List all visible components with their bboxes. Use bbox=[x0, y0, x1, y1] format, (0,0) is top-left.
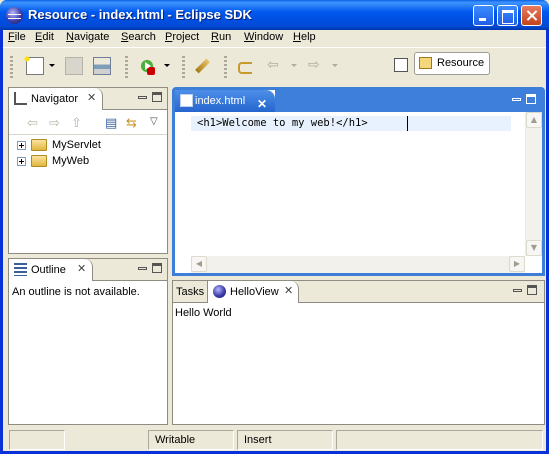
scroll-down-icon[interactable]: ▼ bbox=[526, 240, 542, 256]
editor-header bbox=[275, 90, 542, 112]
perspective-resource-button[interactable]: Resource bbox=[414, 52, 490, 75]
menu-bar: File Edit Navigate Search Project Run Wi… bbox=[3, 30, 546, 46]
view-menu-icon[interactable]: ▽ bbox=[150, 116, 158, 127]
text-caret bbox=[407, 116, 408, 131]
eclipse-logo-icon bbox=[6, 7, 23, 24]
print-icon[interactable] bbox=[93, 57, 111, 75]
menu-run[interactable]: Run bbox=[211, 31, 231, 43]
menu-help[interactable]: Help bbox=[293, 31, 316, 43]
status-writable: Writable bbox=[148, 430, 234, 450]
vertical-scrollbar[interactable]: ▲ ▼ bbox=[525, 112, 542, 256]
close-button[interactable] bbox=[521, 5, 542, 26]
collapse-all-icon[interactable]: ▤ bbox=[105, 116, 117, 131]
minimize-view-icon[interactable] bbox=[513, 289, 522, 292]
title-bar[interactable]: Resource - index.html - Eclipse SDK bbox=[0, 0, 549, 30]
menu-edit[interactable]: Edit bbox=[35, 31, 54, 43]
eclipse-logo-icon bbox=[213, 285, 226, 298]
bottom-panel-header: Tasks HelloView ✕ bbox=[173, 281, 544, 303]
link-editor-icon[interactable]: ⇆ bbox=[126, 116, 137, 131]
outline-panel: Outline ✕ An outline is not available. bbox=[8, 258, 168, 425]
minimize-button[interactable] bbox=[473, 5, 494, 26]
run-icon[interactable] bbox=[138, 57, 156, 75]
menu-file[interactable]: File bbox=[8, 31, 26, 43]
back-dropdown-icon[interactable] bbox=[291, 64, 297, 67]
open-perspective-icon[interactable] bbox=[394, 58, 408, 72]
tree-item-label: MyServlet bbox=[52, 139, 101, 151]
forward-icon[interactable]: ⇨ bbox=[49, 116, 60, 131]
resource-perspective-icon bbox=[419, 57, 432, 69]
maximize-view-icon[interactable] bbox=[526, 94, 536, 104]
expand-icon[interactable] bbox=[17, 141, 26, 150]
scroll-left-icon[interactable]: ◀ bbox=[191, 256, 207, 272]
menu-window[interactable]: Window bbox=[244, 31, 283, 43]
tab-navigator[interactable]: Navigator ✕ bbox=[9, 88, 103, 110]
html-file-icon bbox=[180, 94, 193, 107]
outline-header: Outline ✕ bbox=[9, 259, 167, 281]
outline-tab-label: Outline bbox=[31, 264, 66, 276]
menu-project[interactable]: Project bbox=[165, 31, 199, 43]
close-icon[interactable]: ✕ bbox=[77, 264, 86, 275]
new-wizard-icon[interactable] bbox=[23, 55, 44, 75]
maximize-view-icon[interactable] bbox=[152, 263, 162, 273]
status-fastview[interactable] bbox=[9, 430, 65, 450]
tab-helloview[interactable]: HelloView ✕ bbox=[207, 281, 299, 303]
editor-text-area[interactable]: <h1>Welcome to my web!</h1> ▲ ▼ ◀ ▶ bbox=[175, 112, 542, 273]
close-icon[interactable]: ✕ bbox=[87, 93, 96, 104]
run-dropdown-icon[interactable] bbox=[164, 64, 170, 67]
save-icon[interactable] bbox=[65, 57, 83, 75]
forward-icon[interactable]: ⇨ bbox=[308, 57, 320, 73]
forward-dropdown-icon[interactable] bbox=[332, 64, 338, 67]
toolbar-grip[interactable] bbox=[182, 56, 185, 78]
editor-tab-label: index.html bbox=[195, 95, 246, 107]
project-folder-icon bbox=[31, 139, 47, 151]
scroll-right-icon[interactable]: ▶ bbox=[509, 256, 525, 272]
perspective-label: Resource bbox=[437, 57, 485, 69]
bottom-panel: Tasks HelloView ✕ Hello World bbox=[172, 280, 545, 425]
menu-navigate[interactable]: Navigate bbox=[66, 31, 109, 43]
pin-icon[interactable] bbox=[194, 57, 212, 75]
up-icon[interactable]: ⇧ bbox=[71, 116, 82, 131]
last-edit-icon[interactable] bbox=[236, 57, 254, 75]
current-line-highlight: <h1>Welcome to my web!</h1> bbox=[191, 116, 511, 131]
menu-search[interactable]: Search bbox=[121, 31, 156, 43]
maximize-view-icon[interactable] bbox=[527, 285, 537, 295]
window-title: Resource - index.html - Eclipse SDK bbox=[28, 7, 252, 22]
new-dropdown-icon[interactable] bbox=[49, 64, 55, 67]
editor-panel: index.html ✕ <h1>Welcome to my web!</h1>… bbox=[172, 87, 545, 276]
code-line[interactable]: <h1>Welcome to my web!</h1> bbox=[197, 117, 368, 129]
minimize-view-icon[interactable] bbox=[138, 267, 147, 270]
back-icon[interactable]: ⇦ bbox=[267, 57, 279, 73]
minimize-view-icon[interactable] bbox=[138, 96, 147, 99]
toolbar-grip[interactable] bbox=[125, 56, 128, 78]
tab-outline[interactable]: Outline ✕ bbox=[9, 259, 93, 281]
navigator-icon bbox=[14, 92, 27, 105]
toolbar-grip[interactable] bbox=[224, 56, 227, 78]
editor-ruler bbox=[175, 112, 191, 256]
scroll-up-icon[interactable]: ▲ bbox=[526, 112, 542, 128]
navigator-toolbar: ⇦ ⇨ ⇧ ▤ ⇆ ▽ bbox=[9, 111, 167, 135]
horizontal-scrollbar[interactable]: ◀ ▶ bbox=[191, 256, 525, 273]
maximize-view-icon[interactable] bbox=[152, 92, 162, 102]
minimize-view-icon[interactable] bbox=[512, 98, 521, 101]
hello-world-text: Hello World bbox=[175, 307, 232, 319]
status-insert: Insert bbox=[237, 430, 333, 450]
back-icon[interactable]: ⇦ bbox=[27, 116, 38, 131]
outline-icon bbox=[14, 263, 27, 276]
outline-message: An outline is not available. bbox=[12, 286, 140, 298]
tab-tasks[interactable]: Tasks bbox=[176, 286, 204, 298]
maximize-button[interactable] bbox=[497, 5, 518, 26]
tree-item-label: MyWeb bbox=[52, 155, 90, 167]
tab-index-html[interactable]: index.html ✕ bbox=[175, 90, 275, 112]
navigator-header: Navigator ✕ bbox=[9, 88, 167, 110]
project-folder-icon bbox=[31, 155, 47, 167]
navigator-tab-label: Navigator bbox=[31, 93, 79, 105]
close-icon[interactable]: ✕ bbox=[284, 286, 293, 297]
status-bar: Writable Insert bbox=[3, 428, 546, 451]
navigator-panel: Navigator ✕ ⇦ ⇨ ⇧ ▤ ⇆ ▽ MyServlet MyWeb bbox=[8, 87, 168, 254]
toolbar-grip[interactable] bbox=[10, 56, 13, 78]
expand-icon[interactable] bbox=[17, 157, 26, 166]
helloview-tab-label: HelloView bbox=[230, 286, 279, 298]
application-window: Resource - index.html - Eclipse SDK File… bbox=[0, 0, 549, 454]
status-position bbox=[336, 430, 543, 450]
